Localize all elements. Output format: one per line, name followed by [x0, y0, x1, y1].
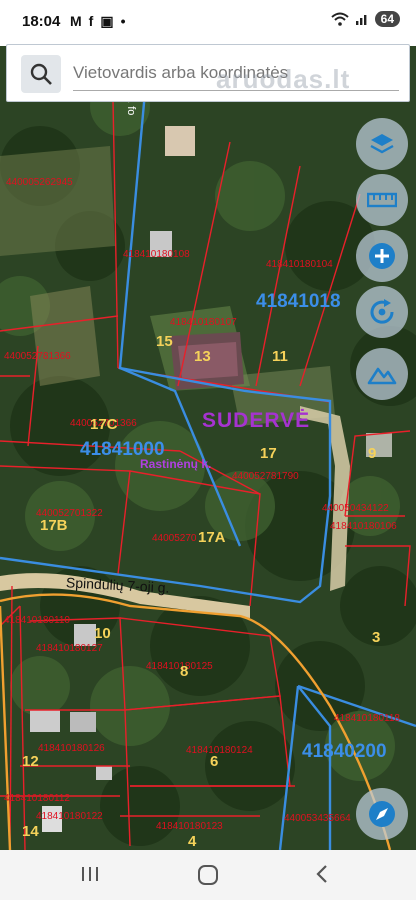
plot-number: 9 — [368, 445, 377, 462]
locate-icon — [370, 299, 394, 324]
gmail-icon: M — [70, 13, 82, 29]
back-icon[interactable] — [312, 862, 332, 886]
signal-icon — [355, 15, 367, 25]
parcel-id: 418410180118 — [334, 713, 400, 724]
search-icon — [30, 63, 52, 85]
plot-number: 12 — [22, 753, 39, 770]
layers-icon — [370, 134, 394, 154]
parcel-id: 440005262945 — [6, 177, 73, 188]
cadastre-block-id: 41841018 — [256, 291, 341, 312]
parcel-id: 440052781790 — [232, 471, 299, 482]
status-bar: 18:04 M f ▣ • 64 — [0, 0, 416, 46]
status-time: 18:04 — [22, 13, 61, 30]
recent-apps-icon[interactable] — [80, 862, 100, 886]
plot-number: 17 — [260, 445, 277, 462]
locate-button[interactable] — [356, 286, 408, 338]
battery-indicator: 64 — [374, 11, 400, 27]
watermark-logo: aruodas.lt — [216, 64, 351, 94]
compass-icon — [369, 801, 395, 827]
parcel-id: 418410180123 — [156, 821, 223, 832]
plot-number: 3 — [372, 629, 381, 646]
plot-number: 14 — [22, 823, 39, 840]
parcel-id: 418410180126 — [38, 743, 105, 754]
notification-icons: M f ▣ • — [70, 13, 125, 30]
parcel-id: 440052781366 — [4, 351, 71, 362]
wifi-icon — [330, 12, 349, 26]
map-view[interactable]: g. fo 440005262945 418410180108 41841018… — [0, 46, 416, 850]
plot-number: 17A — [198, 529, 226, 546]
parcel-id: 440053435664 — [284, 813, 351, 824]
parcel-id: 418410180108 — [123, 249, 190, 260]
plot-number: 4 — [188, 833, 197, 850]
plus-icon — [369, 243, 395, 269]
parcel-id: 418410180104 — [266, 259, 333, 270]
plot-number: 17C — [90, 416, 118, 433]
ruler-icon — [367, 192, 397, 208]
parcel-id: 418410180127 — [36, 643, 103, 654]
parcel-id: 418410180107 — [170, 317, 237, 328]
plot-number: 17B — [40, 517, 68, 534]
parcel-id: 418410180112 — [4, 793, 70, 804]
search-button[interactable] — [21, 55, 61, 93]
home-icon[interactable] — [195, 862, 221, 888]
layers-button[interactable] — [356, 118, 408, 170]
parcel-id: 440050434122 — [322, 503, 389, 514]
plot-number: 8 — [180, 663, 189, 680]
facebook-icon: f — [88, 13, 94, 29]
zoom-in-button[interactable] — [356, 230, 408, 282]
parcel-id: 44005270 — [152, 533, 197, 544]
terrain-icon — [367, 367, 397, 385]
terrain-button[interactable] — [356, 348, 408, 400]
screenshot-icon: ▣ — [100, 13, 114, 29]
plot-number: 15 — [156, 333, 173, 350]
measure-button[interactable] — [356, 174, 408, 226]
parcel-id: 418410180110 — [4, 615, 70, 626]
navigation-bar — [0, 850, 416, 900]
village-name: SUDERVĖ — [202, 409, 311, 432]
satellite-layer — [0, 46, 416, 850]
cadastre-block-id: 41840200 — [302, 741, 387, 762]
village-label: Rastinėnų k. — [140, 457, 212, 471]
parcel-id: 418410180124 — [186, 745, 253, 756]
plot-number: 11 — [272, 348, 288, 365]
plot-number: 6 — [210, 753, 219, 770]
parcel-id: 418410180106 — [330, 521, 397, 532]
system-icons: 64 — [330, 11, 400, 27]
compass-button[interactable] — [356, 788, 408, 840]
parcel-id: 418410180122 — [36, 811, 103, 822]
plot-number: 13 — [194, 348, 211, 365]
plot-number: 10 — [94, 625, 111, 642]
dot-icon: • — [120, 13, 126, 29]
